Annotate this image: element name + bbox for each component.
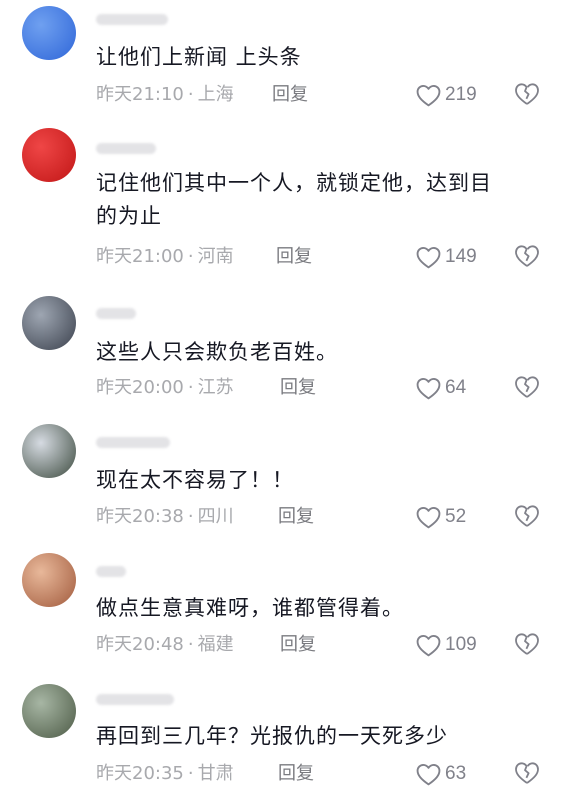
- heart-outline-icon: [416, 763, 441, 786]
- comment-time: 昨天20:38: [96, 506, 184, 527]
- reply-button[interactable]: 回复: [280, 632, 316, 658]
- reply-button[interactable]: 回复: [278, 504, 314, 530]
- like-button[interactable]: 64: [416, 374, 466, 402]
- like-count: 109: [445, 634, 477, 655]
- heart-outline-icon: [416, 377, 441, 400]
- avatar[interactable]: [22, 424, 76, 478]
- meta-separator: ·: [187, 763, 194, 784]
- comment-meta: 昨天20:35 · 甘肃: [96, 761, 234, 787]
- meta-separator: ·: [187, 634, 194, 655]
- comment-time: 昨天20:48: [96, 634, 184, 655]
- like-button[interactable]: 63: [416, 760, 466, 788]
- meta-separator: ·: [187, 246, 194, 267]
- comment-location: 福建: [197, 634, 234, 655]
- broken-heart-icon[interactable]: [514, 244, 540, 268]
- avatar[interactable]: [22, 128, 76, 182]
- like-count: 63: [445, 763, 467, 784]
- heart-outline-icon: [416, 634, 441, 657]
- comment-meta: 昨天20:00 · 江苏: [96, 375, 234, 401]
- comment-location: 江苏: [197, 377, 234, 398]
- comment-text: 这些人只会欺负老百姓。: [96, 340, 338, 364]
- comment-text: 做点生意真难呀，谁都管得着。: [96, 596, 404, 620]
- like-button[interactable]: 109: [416, 631, 477, 659]
- comment-meta: 昨天21:00 · 河南: [96, 244, 234, 270]
- broken-heart-icon[interactable]: [514, 632, 540, 656]
- comment-text: 记住他们其中一个人，就锁定他，达到目的为止: [96, 171, 492, 228]
- avatar[interactable]: [22, 296, 76, 350]
- like-count: 149: [445, 246, 477, 267]
- username-blurred[interactable]: [96, 437, 170, 448]
- meta-separator: ·: [187, 377, 194, 398]
- like-button[interactable]: 52: [416, 503, 466, 531]
- comment-location: 四川: [197, 506, 234, 527]
- username-blurred[interactable]: [96, 308, 136, 319]
- broken-heart-icon[interactable]: [514, 761, 540, 785]
- comment-location: 河南: [197, 246, 234, 267]
- comment-meta: 昨天20:38 · 四川: [96, 504, 234, 530]
- reply-button[interactable]: 回复: [276, 244, 312, 270]
- comment-time: 昨天20:00: [96, 377, 184, 398]
- broken-heart-icon[interactable]: [514, 375, 540, 399]
- avatar[interactable]: [22, 684, 76, 738]
- avatar[interactable]: [22, 553, 76, 607]
- heart-outline-icon: [416, 506, 441, 529]
- comment-text: 再回到三几年？光报仇的一天死多少: [96, 724, 448, 748]
- comment-time: 昨天21:00: [96, 246, 184, 267]
- like-count: 52: [445, 506, 467, 527]
- reply-button[interactable]: 回复: [280, 375, 316, 401]
- username-blurred[interactable]: [96, 143, 156, 154]
- like-count: 64: [445, 377, 467, 398]
- reply-button[interactable]: 回复: [278, 761, 314, 787]
- broken-heart-icon[interactable]: [514, 504, 540, 528]
- comment-meta: 昨天20:48 · 福建: [96, 632, 234, 658]
- like-button[interactable]: 149: [416, 243, 477, 271]
- comment-text: 现在太不容易了！！: [96, 468, 294, 492]
- comment-location: 甘肃: [197, 763, 234, 784]
- username-blurred[interactable]: [96, 566, 126, 577]
- username-blurred[interactable]: [96, 694, 174, 705]
- meta-separator: ·: [187, 506, 194, 527]
- comment-time: 昨天20:35: [96, 763, 184, 784]
- heart-outline-icon: [416, 246, 441, 269]
- comment-item: 再回到三几年？光报仇的一天死多少 昨天20:35 · 甘肃 回复 63: [0, 0, 571, 785]
